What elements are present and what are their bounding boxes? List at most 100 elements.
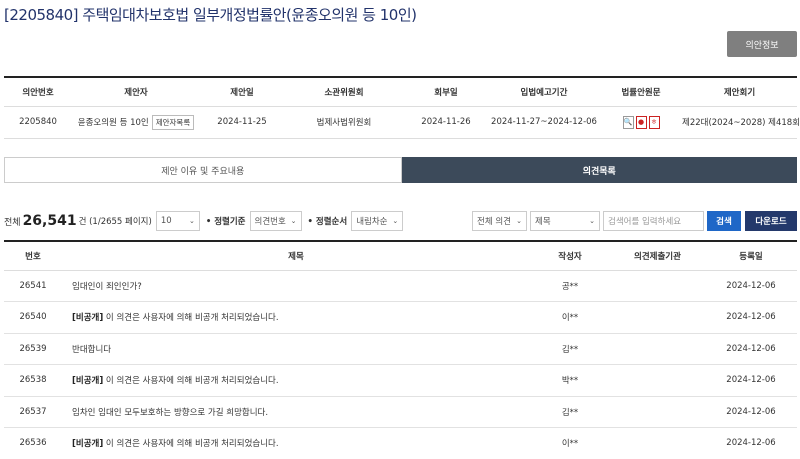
private-tag: [비공개]: [72, 376, 104, 387]
total-count: 26,541: [22, 213, 77, 229]
private-tag: [비공개]: [72, 439, 104, 450]
row-no: 26541: [4, 270, 62, 302]
page-title: [2205840] 주택임대차보호법 일부개정법률안(윤종오의원 등 10인): [4, 6, 417, 24]
sort-order-select[interactable]: 내림차순 ⌄: [351, 211, 404, 231]
referral-date: 2024-11-26: [404, 106, 488, 139]
table-row[interactable]: 26536 [비공개] 이 의견은 사용자에 의해 비공개 처리되었습니다. 이…: [4, 427, 797, 459]
tab-bar: 제안 이유 및 주요내용 의견목록: [4, 157, 797, 183]
subject-text: 이 의견은 사용자에 의해 비공개 처리되었습니다.: [103, 313, 279, 324]
pdf-icon[interactable]: ●: [635, 115, 647, 129]
row-author: 이**: [530, 427, 610, 459]
row-no: 26537: [4, 396, 62, 428]
row-author: 박**: [530, 364, 610, 397]
row-author: 김**: [530, 333, 610, 365]
tab-opinions[interactable]: 의견목록: [401, 157, 797, 183]
row-subject[interactable]: 반대합니다: [62, 333, 530, 365]
row-no: 26536: [4, 427, 62, 459]
header-committee: 소관위원회: [284, 76, 404, 107]
page-size-value: 10: [160, 216, 172, 226]
row-author: 공**: [530, 270, 610, 302]
chevron-down-icon: ⌄: [516, 217, 522, 225]
chevron-down-icon: ⌄: [392, 217, 399, 225]
chevron-down-icon: ⌄: [589, 217, 595, 225]
bill-text-icons: 🔍 ● ㅎ: [600, 106, 682, 139]
subject-text: 이 의견은 사용자에 의해 비공개 처리되었습니다.: [103, 376, 279, 387]
row-subject[interactable]: [비공개] 이 의견은 사용자에 의해 비공개 처리되었습니다.: [62, 364, 530, 397]
search-input[interactable]: 검색어를 입력하세요: [603, 211, 704, 231]
row-org: [610, 270, 705, 302]
hwp-icon[interactable]: ㅎ: [648, 115, 660, 129]
row-subject[interactable]: [비공개] 이 의견은 사용자에 의해 비공개 처리되었습니다.: [62, 427, 530, 459]
table-row[interactable]: 26539 반대합니다 김** 2024-12-06: [4, 333, 797, 365]
header-proposed-date: 제안일: [200, 76, 284, 107]
row-date: 2024-12-06: [705, 333, 797, 365]
chevron-down-icon: ⌄: [290, 217, 297, 225]
row-subject[interactable]: 임차인 임대인 모두보호하는 방향으로 가길 희망합니다.: [62, 396, 530, 428]
row-no: 26540: [4, 301, 62, 334]
table-row[interactable]: 26538 [비공개] 이 의견은 사용자에 의해 비공개 처리되었습니다. 박…: [4, 364, 797, 397]
row-subject[interactable]: [비공개] 이 의견은 사용자에 의해 비공개 처리되었습니다.: [62, 301, 530, 334]
search-field-value: 제목: [535, 217, 551, 227]
search-field-select[interactable]: 제목 ⌄: [530, 211, 600, 231]
chevron-down-icon: ⌄: [188, 217, 195, 225]
proposer-cell: 윤종오의원 등 10인 제안자목록: [72, 106, 200, 139]
row-org: [610, 333, 705, 365]
header-session: 제안회기: [682, 76, 797, 107]
row-no: 26538: [4, 364, 62, 397]
bill-info-table: 의안번호 제안자 제안일 소관위원회 회부일 입법예고기간 법률안원문 제안회기…: [4, 76, 800, 139]
sort-by-label: • 정렬기준: [205, 217, 246, 227]
document-search-icon[interactable]: 🔍: [622, 115, 634, 129]
row-org: [610, 364, 705, 397]
opinion-table: 번호 제목 작성자 의견제출기관 등록일 26541 임대인이 죄인인가? 공*…: [4, 240, 797, 459]
proposer-list-button[interactable]: 제안자목록: [151, 114, 195, 130]
session: 제22대(2024~2028) 제418회: [682, 106, 800, 139]
proposed-date: 2024-11-25: [200, 106, 284, 139]
subject-text: 반대합니다: [72, 344, 112, 355]
row-date: 2024-12-06: [705, 301, 797, 334]
page-size-select[interactable]: 10 ⌄: [155, 211, 200, 231]
table-row[interactable]: 26541 임대인이 죄인인가? 공** 2024-12-06: [4, 270, 797, 302]
row-org: [610, 301, 705, 334]
table-row[interactable]: 26537 임차인 임대인 모두보호하는 방향으로 가길 희망합니다. 김** …: [4, 396, 797, 428]
search-button[interactable]: 검색: [707, 211, 741, 231]
subject-text: 임대인이 죄인인가?: [72, 281, 142, 292]
committee: 법제사법위원회: [284, 106, 404, 139]
tab-reason[interactable]: 제안 이유 및 주요내용: [4, 157, 402, 183]
row-subject[interactable]: 임대인이 죄인인가?: [62, 270, 530, 302]
download-button[interactable]: 다운로드: [745, 211, 797, 231]
header-notice-period: 입법예고기간: [488, 76, 600, 107]
bill-info-button[interactable]: 의안정보: [727, 31, 797, 57]
total-suffix: 건 (1/2655 페이지): [78, 217, 152, 227]
row-date: 2024-12-06: [705, 427, 797, 459]
row-org: [610, 396, 705, 428]
sort-order-value: 내림차순: [356, 217, 388, 227]
row-no: 26539: [4, 333, 62, 365]
subject-text: 임차인 임대인 모두보호하는 방향으로 가길 희망합니다.: [72, 407, 269, 418]
row-org: [610, 427, 705, 459]
row-date: 2024-12-06: [705, 364, 797, 397]
opinion-filter-value: 전체 의견: [477, 217, 511, 227]
bill-no: 2205840: [4, 106, 72, 139]
row-date: 2024-12-06: [705, 396, 797, 428]
header-referral-date: 회부일: [404, 76, 488, 107]
row-date: 2024-12-06: [705, 270, 797, 302]
header-proposer: 제안자: [72, 76, 200, 107]
bill-info-row: 2205840 윤종오의원 등 10인 제안자목록 2024-11-25 법제사법…: [4, 106, 800, 139]
notice-period: 2024-11-27~2024-12-06: [488, 106, 600, 139]
sort-order-label: • 정렬순서: [307, 217, 348, 227]
sort-by-select[interactable]: 의견번호 ⌄: [249, 211, 302, 231]
private-tag: [비공개]: [72, 313, 104, 324]
row-author: 김**: [530, 396, 610, 428]
total-label: 전체: [4, 217, 21, 228]
header-org: 의견제출기관: [610, 240, 705, 271]
table-row[interactable]: 26540 [비공개] 이 의견은 사용자에 의해 비공개 처리되었습니다. 이…: [4, 301, 797, 334]
list-toolbar: 전체 26,541 건 (1/2655 페이지) 10 ⌄ • 정렬기준 의견번호…: [4, 209, 797, 233]
subject-text: 이 의견은 사용자에 의해 비공개 처리되었습니다.: [103, 439, 279, 450]
header-author: 작성자: [530, 240, 610, 271]
proposer: 윤종오의원 등 10인: [77, 117, 149, 128]
opinion-filter-select[interactable]: 전체 의견 ⌄: [472, 211, 527, 231]
header-subject: 제목: [62, 240, 530, 271]
row-author: 이**: [530, 301, 610, 334]
header-no: 번호: [4, 240, 62, 271]
header-date: 등록일: [705, 240, 797, 271]
